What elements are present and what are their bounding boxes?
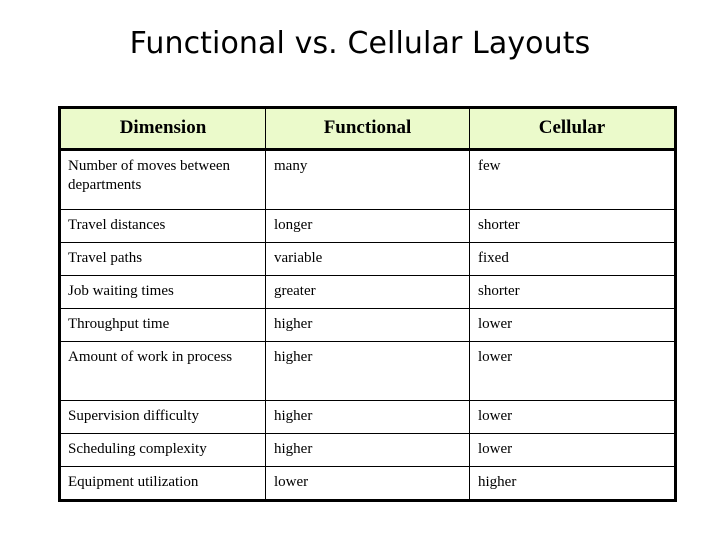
cell-cellular: shorter: [469, 275, 676, 309]
cell-functional: variable: [265, 242, 470, 276]
table-row: Scheduling complexity higher lower: [59, 433, 676, 467]
comparison-table: Dimension Functional Cellular Number of …: [58, 106, 677, 502]
cell-dimension: Throughput time: [59, 308, 266, 342]
cell-cellular: shorter: [469, 209, 676, 243]
cell-functional: higher: [265, 341, 470, 401]
table-body: Number of moves between departments many f…: [59, 149, 676, 501]
column-header-cellular: Cellular: [469, 107, 676, 151]
slide: Functional vs. Cellular Layouts Dimensio…: [0, 0, 720, 540]
cell-functional: higher: [265, 433, 470, 467]
column-header-functional: Functional: [265, 107, 470, 151]
cell-dimension: Equipment utilization: [59, 466, 266, 501]
cell-cellular: lower: [469, 400, 676, 434]
cell-functional: higher: [265, 308, 470, 342]
table-row: Throughput time higher lower: [59, 308, 676, 342]
cell-functional: longer: [265, 209, 470, 243]
table-row: Equipment utilization lower higher: [59, 466, 676, 501]
cell-functional: many: [265, 149, 470, 210]
cell-dimension: Number of moves between departments: [59, 149, 266, 210]
cell-cellular: lower: [469, 433, 676, 467]
comparison-table-container: Dimension Functional Cellular Number of …: [58, 106, 677, 502]
table-header: Dimension Functional Cellular: [59, 107, 676, 151]
cell-dimension: Job waiting times: [59, 275, 266, 309]
cell-cellular: few: [469, 149, 676, 210]
table-row: Supervision difficulty higher lower: [59, 400, 676, 434]
cell-functional: greater: [265, 275, 470, 309]
column-header-dimension: Dimension: [59, 107, 266, 151]
table-header-row: Dimension Functional Cellular: [59, 107, 676, 151]
cell-dimension: Scheduling complexity: [59, 433, 266, 467]
table-row: Number of moves between departments many f…: [59, 149, 676, 210]
cell-dimension: Supervision difficulty: [59, 400, 266, 434]
cell-dimension: Travel distances: [59, 209, 266, 243]
page-title: Functional vs. Cellular Layouts: [129, 26, 591, 61]
table-row: Travel paths variable fixed: [59, 242, 676, 276]
cell-dimension: Amount of work in process: [59, 341, 266, 401]
table-row: Travel distances longer shorter: [59, 209, 676, 243]
table-row: Amount of work in process higher lower: [59, 341, 676, 401]
table-row: Job waiting times greater shorter: [59, 275, 676, 309]
cell-dimension: Travel paths: [59, 242, 266, 276]
cell-cellular: lower: [469, 308, 676, 342]
cell-cellular: higher: [469, 466, 676, 501]
cell-cellular: lower: [469, 341, 676, 401]
cell-functional: higher: [265, 400, 470, 434]
cell-cellular: fixed: [469, 242, 676, 276]
cell-functional: lower: [265, 466, 470, 501]
